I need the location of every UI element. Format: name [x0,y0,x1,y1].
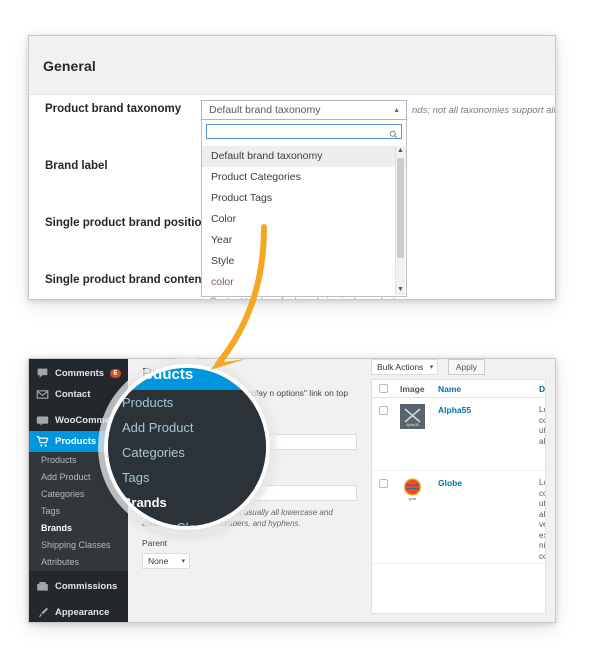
bulk-actions-select[interactable]: Bulk Actions ▾ [371,359,439,375]
svg-text:Alpha 55: Alpha 55 [406,423,419,427]
sidebar-item-label: Comments [55,368,105,379]
label-single-product-brand-content: Single product brand content [45,274,206,286]
magnifier-products-banner: oducts [108,368,266,390]
taxonomy-option[interactable]: Year [202,230,406,251]
row-description-globe: Lon con do ut l aliq ven exe nisi con [539,478,546,561]
globe-logo: globe [400,477,425,502]
taxonomy-option[interactable]: Product Categories [202,167,406,188]
hint-taxonomy: nds; not all taxonomies support all [412,105,556,116]
dropdown-scrollbar[interactable]: ▲ ▼ [395,146,405,295]
sidebar-item-label: Appearance [55,607,110,618]
magnified-item-add-product[interactable]: Add Product [108,415,266,440]
magnifier-zoom-circle: oducts Products Add Product Categories T… [108,368,266,526]
sidebar-item-label: Products [55,436,97,447]
sidebar-item-commissions[interactable]: Commissions [29,576,128,597]
scrollbar-thumb[interactable] [397,158,404,258]
label-product-brand-taxonomy: Product brand taxonomy [45,103,182,115]
brands-table: Image Name Des Alpha 55 Alpha55 Lon con … [371,379,546,614]
label-brand-label: Brand label [45,160,108,172]
row-checkbox[interactable] [379,406,388,415]
taxonomy-option[interactable]: Default brand taxonomy [202,146,406,167]
taxonomy-option[interactable]: Style [202,251,406,272]
table-row: globe Globe Lon con do ut l aliq ven exe… [372,471,545,564]
bulk-actions-bar: Bulk Actions ▾ Apply [371,359,486,377]
magnified-item-shipping-classes[interactable]: Shipping Classes [108,515,266,526]
table-row: Alpha 55 Alpha55 Lon con do ut l aliq [372,398,545,471]
magnified-item-tags[interactable]: Tags [108,465,266,490]
magnified-item-products[interactable]: Products [108,390,266,415]
parent-select[interactable]: None ▾ [142,553,190,569]
row-checkbox[interactable] [379,479,388,488]
label-single-product-brand-position: Single product brand position [45,217,209,229]
sidebar-item-label: Contact [55,389,91,400]
column-header-image: Image [400,384,425,394]
magnifier-content: oducts Products Add Product Categories T… [108,368,266,526]
sidebar-item-appearance[interactable]: Appearance [29,602,128,622]
taxonomy-option[interactable]: color [202,272,406,293]
table-header-row: Image Name Des [372,380,545,398]
alpha55-logo: Alpha 55 [400,404,425,429]
scroll-down-icon[interactable]: ▼ [397,286,404,294]
sidebar-item-label: Commissions [55,581,118,592]
column-header-name[interactable]: Name [438,384,461,394]
taxonomy-search-input[interactable] [206,124,402,139]
page-title: General [43,58,96,74]
chevron-down-icon: ▾ [429,364,434,371]
taxonomy-option[interactable]: Color [202,209,406,230]
magnifier-banner-text: oducts [144,368,194,383]
commissions-icon [36,580,49,593]
woocommerce-icon [36,414,49,427]
row-name-alpha55[interactable]: Alpha55 [438,405,471,415]
column-header-description[interactable]: Des [539,384,545,394]
brush-icon [36,606,49,619]
taxonomy-dropdown[interactable]: Default brand taxonomy ▲ Default brand t… [201,100,407,297]
submenu-item-shipping-classes[interactable]: Shipping Classes [29,537,128,554]
select-all-checkbox[interactable] [379,384,388,393]
parent-label: Parent [142,538,168,548]
taxonomy-options-list[interactable]: Default brand taxonomy Product Categorie… [201,142,407,297]
magnified-item-categories[interactable]: Categories [108,440,266,465]
magnifier-submenu: Products Add Product Categories Tags Bra… [108,390,266,526]
taxonomy-dropdown-toggle[interactable]: Default brand taxonomy ▲ [201,100,407,120]
screenshot-stage: General Product brand taxonomy nds; not … [0,0,600,660]
taxonomy-search-wrap [201,120,407,142]
apply-button[interactable]: Apply [447,359,486,375]
scroll-up-icon[interactable]: ▲ [397,147,404,155]
taxonomy-option[interactable]: Product Tags [202,188,406,209]
chevron-up-icon: ▲ [393,107,400,114]
chevron-down-icon: ▾ [181,558,185,565]
bulk-actions-value: Bulk Actions [377,362,424,372]
comment-icon [36,367,49,380]
row-description-alpha55: Lon con do ut l aliq [539,405,546,446]
submenu-item-attributes[interactable]: Attributes [29,554,128,571]
cart-icon [36,435,49,448]
row-name-globe[interactable]: Globe [438,478,462,488]
magnified-item-brands[interactable]: Brands [108,490,266,515]
parent-select-value: None [148,556,169,566]
envelope-icon [36,388,49,401]
taxonomy-selected-value: Default brand taxonomy [209,104,321,116]
svg-text:globe: globe [409,497,417,501]
